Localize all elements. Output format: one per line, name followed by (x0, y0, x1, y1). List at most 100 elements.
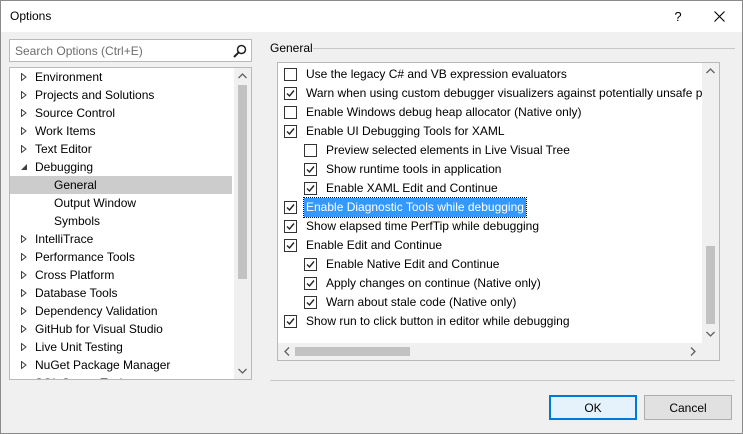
option-label: Show elapsed time PerfTip while debuggin… (306, 219, 540, 233)
option-checkbox[interactable] (284, 106, 297, 119)
option-checkbox[interactable] (284, 68, 297, 81)
options-hscroll-thumb[interactable] (295, 347, 410, 356)
scroll-down-arrow-icon[interactable] (238, 368, 247, 374)
tree-item[interactable]: SQL Server Tools (10, 374, 232, 380)
search-input[interactable] (10, 40, 226, 61)
option-label: Warn about stale code (Native only) (326, 295, 517, 309)
tree-item[interactable]: Cross Platform (10, 266, 232, 284)
tree-item[interactable]: Environment (10, 68, 232, 86)
option-label: Enable Edit and Continue (306, 238, 443, 252)
tree-item-label: Projects and Solutions (35, 88, 155, 102)
tree-item-label: SQL Server Tools (35, 374, 128, 379)
checkmark-icon (306, 280, 315, 288)
tree-item-label: General (54, 178, 97, 192)
triangle-right-icon[interactable] (20, 343, 28, 351)
scroll-corner (702, 343, 719, 360)
options-panel: Show run to click button in editor while… (277, 62, 720, 361)
option-checkbox[interactable] (304, 296, 317, 309)
option-label: Warn when using custom debugger visualiz… (306, 86, 719, 100)
scroll-right-arrow-icon[interactable] (690, 347, 696, 356)
options-hscrollbar[interactable] (278, 343, 703, 360)
tree-item[interactable]: General (10, 176, 232, 194)
tree-item-label: Symbols (54, 214, 101, 228)
checkmark-icon (286, 318, 295, 326)
options-scrollbar[interactable] (702, 63, 719, 343)
triangle-right-icon[interactable] (20, 235, 28, 243)
search-icon[interactable] (233, 44, 247, 58)
option-checkbox[interactable] (304, 163, 317, 176)
option-label: Enable XAML Edit and Continue (326, 181, 498, 195)
tree-item[interactable]: Database Tools (10, 284, 232, 302)
option-checkbox[interactable] (284, 315, 297, 328)
triangle-right-icon[interactable] (20, 361, 28, 369)
tree-item[interactable]: Dependency Validation (10, 302, 232, 320)
tree-item-label: Cross Platform (35, 268, 115, 282)
tree-item-label: Work Items (35, 124, 96, 138)
options-tree[interactable]: SQL Server Tools NuGet Package Manager Liv… (9, 67, 252, 380)
triangle-down-icon[interactable] (20, 163, 28, 171)
triangle-right-icon[interactable] (20, 253, 28, 261)
cancel-button[interactable]: Cancel (644, 395, 732, 420)
tree-item[interactable]: NuGet Package Manager (10, 356, 232, 374)
tree-item[interactable]: Projects and Solutions (10, 86, 232, 104)
triangle-right-icon[interactable] (20, 145, 28, 153)
tree-item-label: NuGet Package Manager (35, 358, 171, 372)
options-dialog: Options ? SQL Server Tools NuGet Package … (0, 0, 743, 434)
option-checkbox[interactable] (304, 182, 317, 195)
option-checkbox[interactable] (284, 201, 297, 214)
tree-item[interactable]: GitHub for Visual Studio (10, 320, 232, 338)
search-box (9, 39, 252, 62)
checkmark-icon (306, 261, 315, 269)
scroll-up-arrow-icon[interactable] (238, 73, 247, 79)
option-checkbox[interactable] (284, 87, 297, 100)
tree-item-label: Debugging (35, 160, 94, 174)
tree-item[interactable]: Symbols (10, 212, 232, 230)
option-checkbox[interactable] (304, 144, 317, 157)
tree-item[interactable]: Live Unit Testing (10, 338, 232, 356)
scroll-left-arrow-icon[interactable] (284, 347, 290, 356)
tree-scroll-thumb[interactable] (238, 85, 247, 279)
option-checkbox[interactable] (284, 125, 297, 138)
triangle-right-icon[interactable] (20, 271, 28, 279)
checkmark-icon (286, 204, 295, 212)
checkmark-icon (286, 90, 295, 98)
tree-item-label: GitHub for Visual Studio (35, 322, 163, 336)
checkmark-icon (306, 299, 315, 307)
option-checkbox[interactable] (284, 239, 297, 252)
tree-item[interactable]: Debugging (10, 158, 232, 176)
triangle-right-icon[interactable] (20, 379, 28, 380)
option-checkbox[interactable] (284, 220, 297, 233)
option-label: Preview selected elements in Live Visual… (326, 143, 570, 157)
triangle-right-icon[interactable] (20, 109, 28, 117)
option-checkbox[interactable] (304, 258, 317, 271)
checkmark-icon (306, 185, 315, 193)
tree-item[interactable]: Performance Tools (10, 248, 232, 266)
tree-item[interactable]: Source Control (10, 104, 232, 122)
tree-item[interactable]: Text Editor (10, 140, 232, 158)
checkmark-icon (286, 242, 295, 250)
help-button[interactable]: ? (665, 1, 691, 32)
ok-button[interactable]: OK (549, 395, 637, 420)
tree-scrollbar[interactable] (234, 68, 251, 379)
close-button[interactable] (701, 1, 739, 32)
scroll-down-arrow-icon[interactable] (706, 331, 715, 337)
tree-item[interactable]: Work Items (10, 122, 232, 140)
triangle-right-icon[interactable] (20, 289, 28, 297)
option-label: Enable UI Debugging Tools for XAML (306, 124, 505, 138)
option-label: Apply changes on continue (Native only) (326, 276, 541, 290)
checkmark-icon (286, 128, 295, 136)
option-checkbox[interactable] (304, 277, 317, 290)
options-scroll-thumb[interactable] (706, 246, 715, 324)
tree-item[interactable]: IntelliTrace (10, 230, 232, 248)
triangle-right-icon[interactable] (20, 91, 28, 99)
triangle-right-icon[interactable] (20, 73, 28, 81)
tree-item-label: Database Tools (35, 286, 118, 300)
tree-item-label: Text Editor (35, 142, 92, 156)
triangle-right-icon[interactable] (20, 325, 28, 333)
tree-item[interactable]: Output Window (10, 194, 232, 212)
scroll-up-arrow-icon[interactable] (706, 68, 715, 74)
footer-divider (270, 380, 735, 381)
triangle-right-icon[interactable] (20, 307, 28, 315)
option-label: Enable Native Edit and Continue (326, 257, 500, 271)
triangle-right-icon[interactable] (20, 127, 28, 135)
